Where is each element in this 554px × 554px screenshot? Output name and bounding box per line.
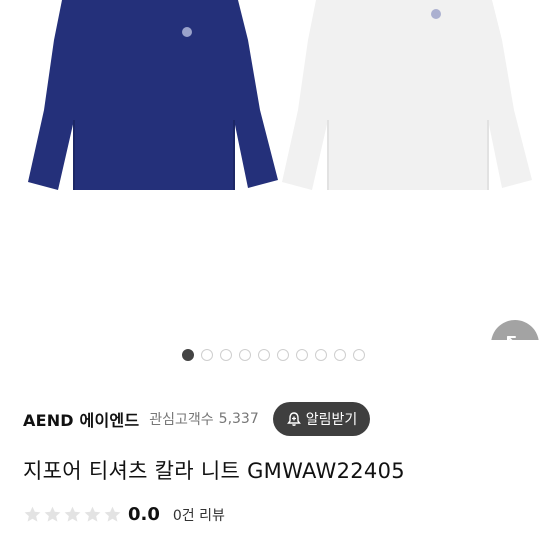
product-title: 지포어 티셔츠 칼라 니트 GMWAW22405 [23,459,405,483]
star-rating [23,505,122,524]
alarm-subscribe-button[interactable]: 알림받기 [272,402,371,436]
interest-count: 5,337 [218,411,259,427]
interest-label: 관심고객수 [149,412,214,428]
navy-sweater-image [28,0,278,190]
gallery-dot[interactable] [276,349,289,361]
rating-score: 0.0 [128,504,160,525]
rating-row: 0.0 0건 리뷰 [23,504,225,525]
white-sweater-image [282,0,532,190]
star-icon [44,506,61,522]
gallery-dot[interactable] [238,349,251,361]
alarm-label: 알림받기 [305,412,358,428]
gallery-dot[interactable] [314,349,327,361]
bell-plus-icon [286,411,302,427]
gallery-dot[interactable] [200,349,213,361]
product-image-gallery[interactable] [0,0,554,340]
gallery-dot[interactable] [333,349,346,361]
star-icon [64,506,81,522]
gallery-dot[interactable] [295,349,308,361]
review-count-link[interactable]: 0건 리뷰 [173,505,225,525]
star-icon [24,506,41,522]
brand-row: AEND 에이엔드 관심고객수 5,337 알림받기 [23,402,543,436]
gallery-dot[interactable] [181,349,194,361]
expand-arrows-icon [507,336,516,340]
star-icon [84,506,101,522]
brand-name-link[interactable]: AEND 에이엔드 [23,407,139,431]
gallery-dot[interactable] [352,349,365,361]
gallery-dot[interactable] [257,349,270,361]
gallery-pagination-dots [0,349,554,361]
expand-image-button[interactable] [491,320,539,340]
star-icon [104,506,121,522]
gallery-dot[interactable] [219,349,232,361]
